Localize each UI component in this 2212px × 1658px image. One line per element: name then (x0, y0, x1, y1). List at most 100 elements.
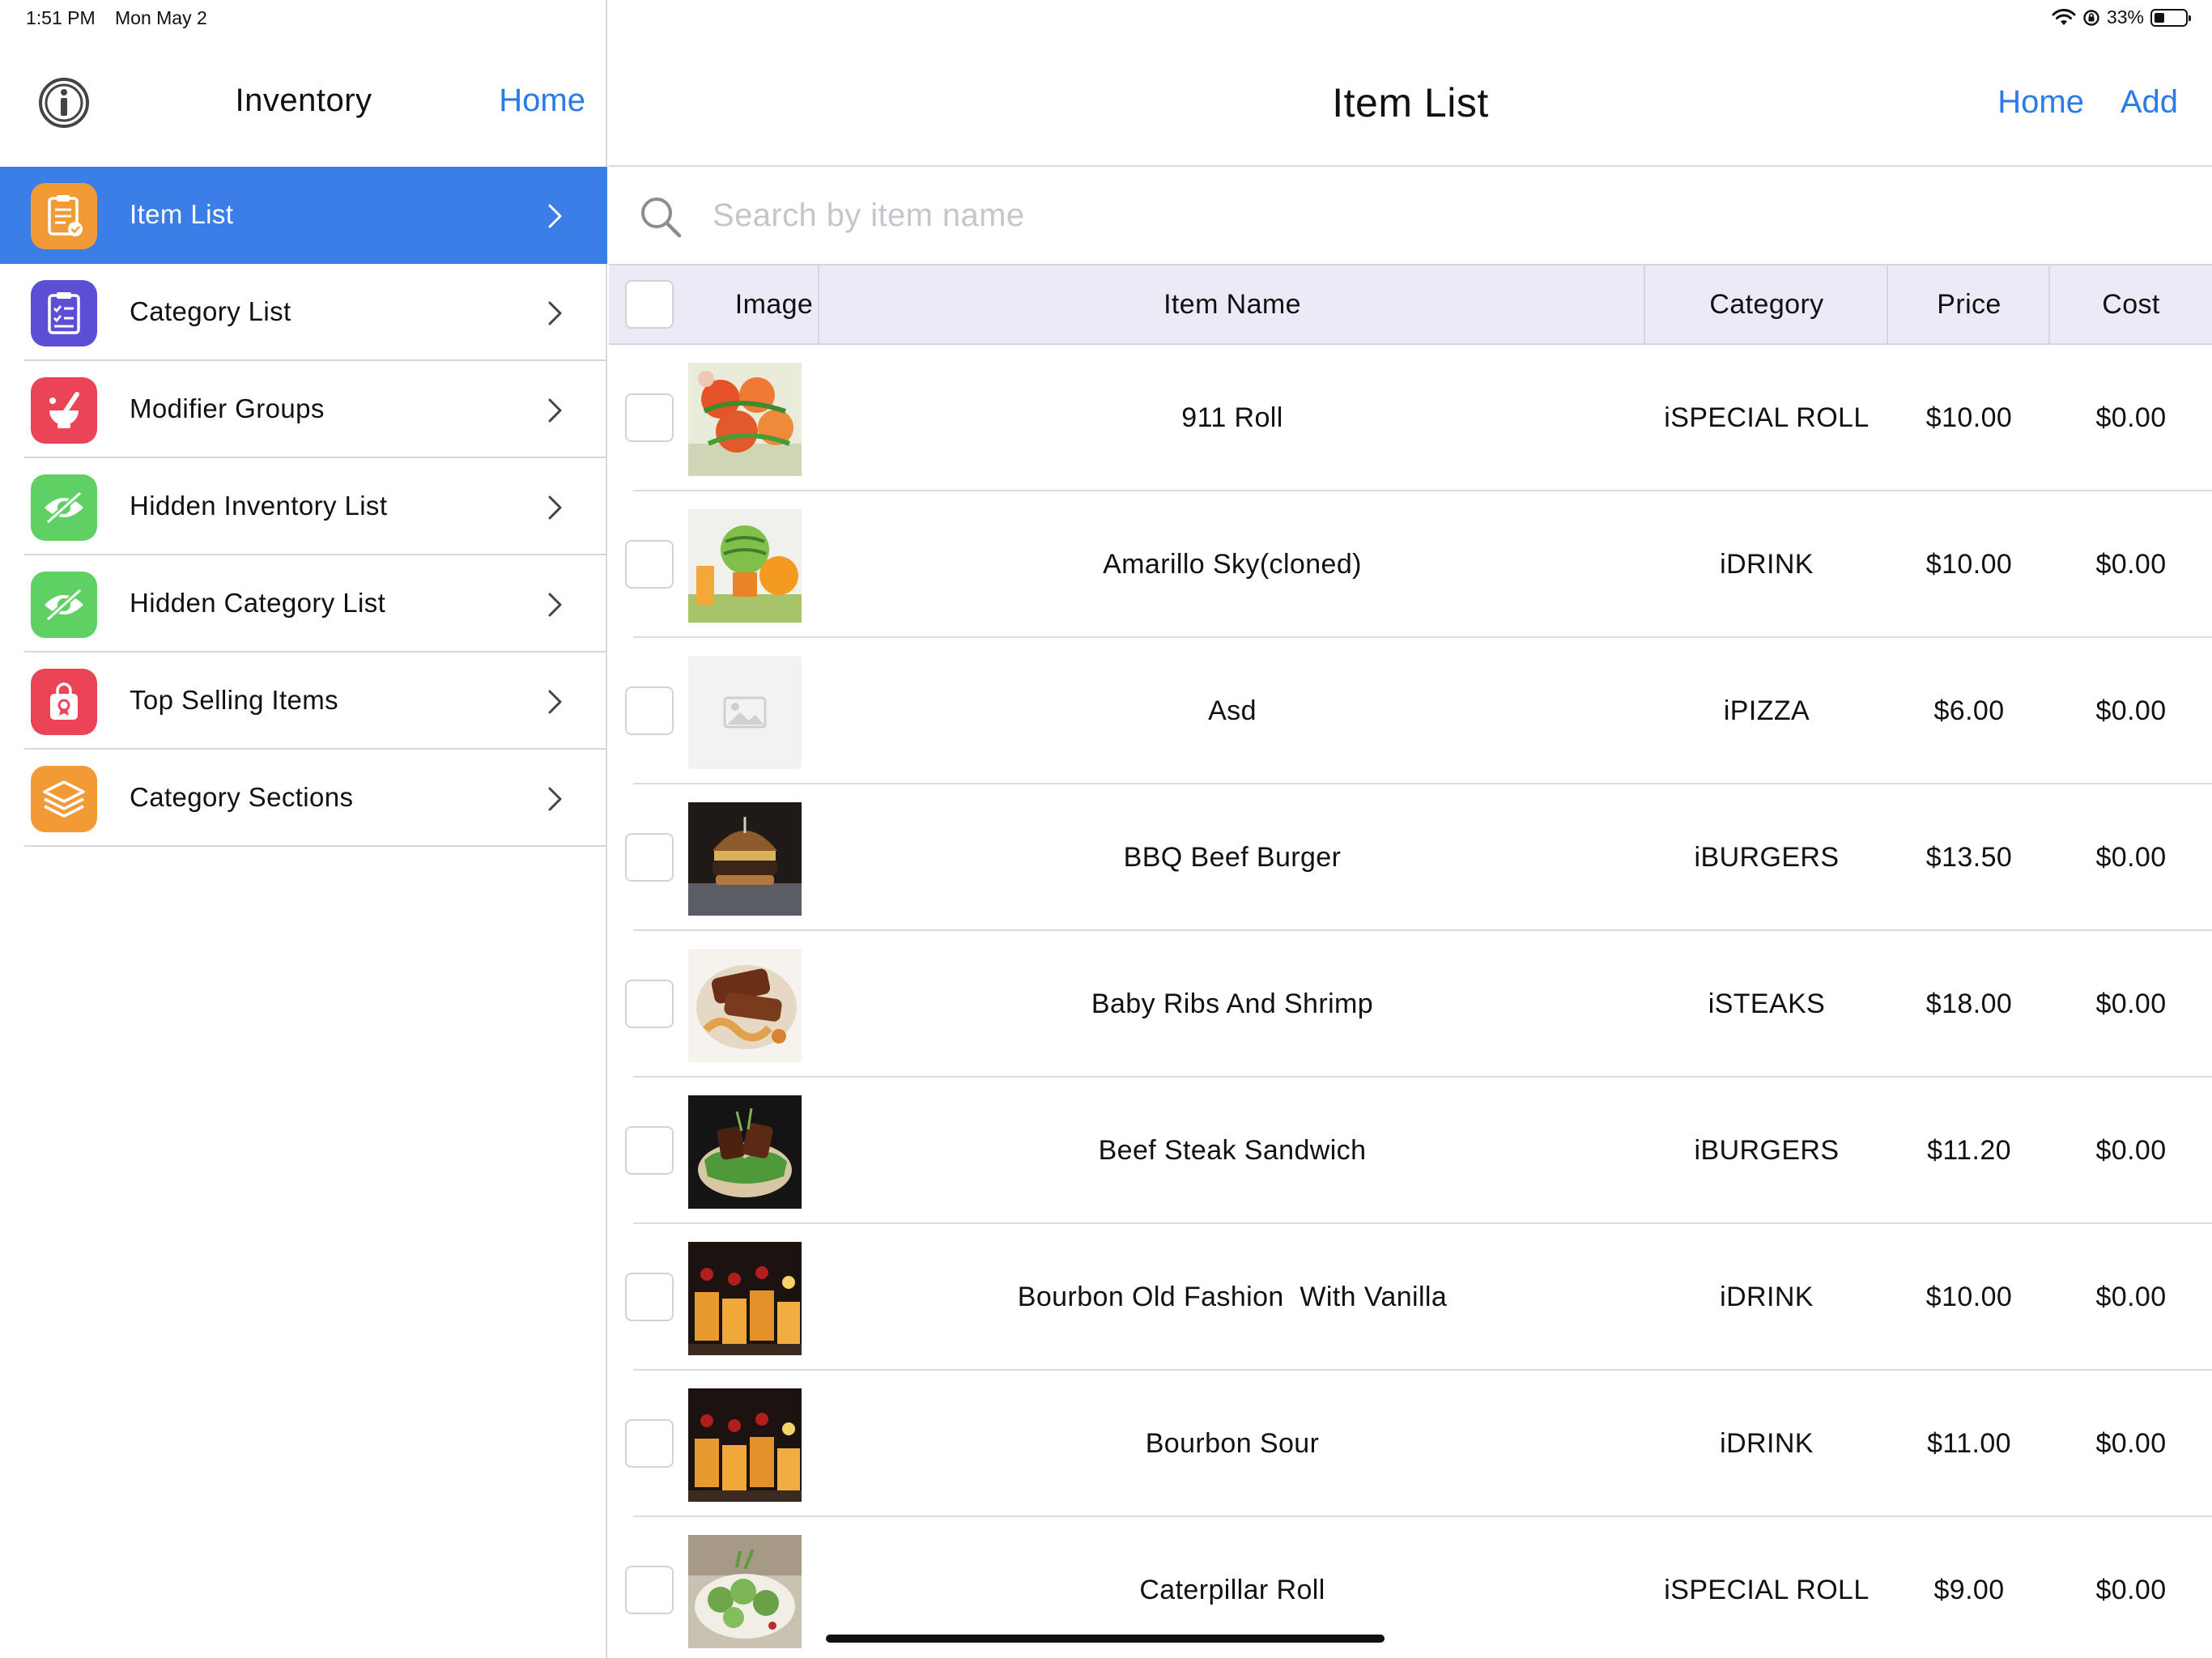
table-row[interactable]: Bourbon Sour iDRINK $11.00 $0.00 (609, 1371, 2212, 1517)
eye-slash-icon (31, 474, 97, 541)
item-name: 911 Roll (1181, 402, 1283, 433)
row-checkbox[interactable] (625, 1273, 674, 1321)
item-category: iBURGERS (1694, 1135, 1840, 1166)
row-checkbox[interactable] (625, 980, 674, 1028)
sidebar-item-label: Item List (130, 199, 234, 229)
chevron-right-icon (548, 398, 562, 423)
sidebar-item-top-selling-items[interactable]: Top Selling Items (0, 653, 607, 750)
item-table: 911 Roll iSPECIAL ROLL $10.00 $0.00 Amar… (609, 345, 2212, 1658)
row-checkbox[interactable] (625, 1419, 674, 1468)
cocktails-photo (688, 1388, 802, 1502)
column-header-cost: Cost (2102, 288, 2160, 320)
home-button[interactable]: Home (1997, 84, 2084, 121)
row-checkbox[interactable] (625, 1566, 674, 1614)
item-name: Baby Ribs And Shrimp (1091, 988, 1374, 1019)
steak-photo (688, 1095, 802, 1209)
sidebar-item-label: Top Selling Items (130, 685, 339, 715)
item-category: iBURGERS (1694, 842, 1840, 873)
item-cost: $0.00 (2095, 988, 2167, 1019)
item-name: Bourbon Old Fashion With Vanilla (1017, 1282, 1448, 1312)
caterpillar-roll-photo (688, 1535, 802, 1648)
item-category: iSPECIAL ROLL (1664, 1575, 1870, 1605)
sidebar-item-item-list[interactable]: Item List (0, 167, 607, 264)
mortar-pestle-icon (31, 377, 97, 444)
table-header: Image Item Name Category Price Cost (609, 264, 2212, 345)
sushi-roll-photo (688, 363, 802, 476)
row-checkbox[interactable] (625, 540, 674, 589)
item-price: $10.00 (1925, 402, 2013, 433)
main-header: Item List Home Add (609, 39, 2212, 167)
item-cost: $0.00 (2095, 1428, 2167, 1459)
main-panel: Item List Home Add Image Item Name Categ… (609, 0, 2212, 1658)
page-title: Item List (1332, 80, 1489, 125)
row-checkbox[interactable] (625, 393, 674, 442)
item-cost: $0.00 (2095, 695, 2167, 726)
item-cost: $0.00 (2095, 1135, 2167, 1166)
chevron-right-icon (548, 495, 562, 520)
sidebar-item-hidden-inventory-list[interactable]: Hidden Inventory List (0, 458, 607, 555)
add-button[interactable]: Add (2121, 84, 2178, 121)
sidebar-item-label: Category List (130, 296, 291, 326)
table-row[interactable]: Amarillo Sky(cloned) iDRINK $10.00 $0.00 (609, 491, 2212, 638)
item-category: iDRINK (1720, 1282, 1814, 1312)
chevron-right-icon (548, 204, 562, 228)
item-name: Bourbon Sour (1145, 1428, 1320, 1459)
table-row[interactable]: BBQ Beef Burger iBURGERS $13.50 $0.00 (609, 784, 2212, 931)
home-indicator[interactable] (826, 1635, 1385, 1643)
sidebar-header: Inventory Home (0, 39, 607, 167)
item-category: iDRINK (1720, 549, 1814, 580)
table-row[interactable]: Beef Steak Sandwich iBURGERS $11.20 $0.0… (609, 1078, 2212, 1224)
item-price: $9.00 (1933, 1575, 2005, 1605)
item-name: Asd (1208, 695, 1257, 726)
chevron-right-icon (548, 301, 562, 325)
item-name: BBQ Beef Burger (1123, 842, 1342, 873)
item-price: $6.00 (1933, 695, 2005, 726)
cocktails-photo (688, 1242, 802, 1355)
sidebar-item-label: Modifier Groups (130, 393, 325, 423)
item-category: iPIZZA (1723, 695, 1810, 726)
sidebar-menu: Item List Category List Modifier Groups (0, 167, 607, 847)
sidebar-item-label: Hidden Category List (130, 588, 386, 618)
search-input[interactable] (713, 189, 2089, 241)
row-checkbox[interactable] (625, 1126, 674, 1175)
item-cost: $0.00 (2095, 549, 2167, 580)
placeholder-image-icon (688, 656, 802, 769)
sidebar-item-category-sections[interactable]: Category Sections (0, 750, 607, 847)
select-all-checkbox[interactable] (625, 280, 674, 329)
sidebar-home-button[interactable]: Home (499, 83, 585, 119)
item-cost: $0.00 (2095, 402, 2167, 433)
item-name: Beef Steak Sandwich (1098, 1135, 1367, 1166)
checklist-icon (31, 280, 97, 346)
item-price: $10.00 (1925, 1282, 2013, 1312)
sidebar: Inventory Home Item List Category List M… (0, 0, 607, 1658)
sidebar-item-label: Hidden Inventory List (130, 491, 388, 521)
column-header-price: Price (1937, 288, 2001, 320)
search-icon (641, 198, 682, 238)
eye-slash-icon (31, 572, 97, 638)
sidebar-item-label: Category Sections (130, 782, 354, 812)
row-checkbox[interactable] (625, 687, 674, 735)
item-name: Amarillo Sky(cloned) (1103, 549, 1362, 580)
table-row[interactable]: Bourbon Old Fashion With Vanilla iDRINK … (609, 1224, 2212, 1371)
column-header-category: Category (1709, 288, 1824, 320)
ribs-photo (688, 949, 802, 1062)
item-cost: $0.00 (2095, 1575, 2167, 1605)
clipboard-check-icon (31, 183, 97, 249)
sidebar-item-category-list[interactable]: Category List (0, 264, 607, 361)
column-header-item-name: Item Name (1163, 288, 1301, 320)
item-cost: $0.00 (2095, 842, 2167, 873)
item-category: iSTEAKS (1708, 988, 1826, 1019)
table-row[interactable]: Baby Ribs And Shrimp iSTEAKS $18.00 $0.0… (609, 931, 2212, 1078)
item-price: $18.00 (1925, 988, 2013, 1019)
melon-drink-photo (688, 509, 802, 623)
row-checkbox[interactable] (625, 833, 674, 882)
item-price: $13.50 (1925, 842, 2013, 873)
table-row[interactable]: 911 Roll iSPECIAL ROLL $10.00 $0.00 (609, 345, 2212, 491)
chevron-right-icon (548, 593, 562, 617)
sidebar-item-modifier-groups[interactable]: Modifier Groups (0, 361, 607, 458)
sidebar-item-hidden-category-list[interactable]: Hidden Category List (0, 555, 607, 653)
table-row[interactable]: Asd iPIZZA $6.00 $0.00 (609, 638, 2212, 784)
layers-icon (31, 766, 97, 832)
item-category: iDRINK (1720, 1428, 1814, 1459)
chevron-right-icon (548, 787, 562, 811)
